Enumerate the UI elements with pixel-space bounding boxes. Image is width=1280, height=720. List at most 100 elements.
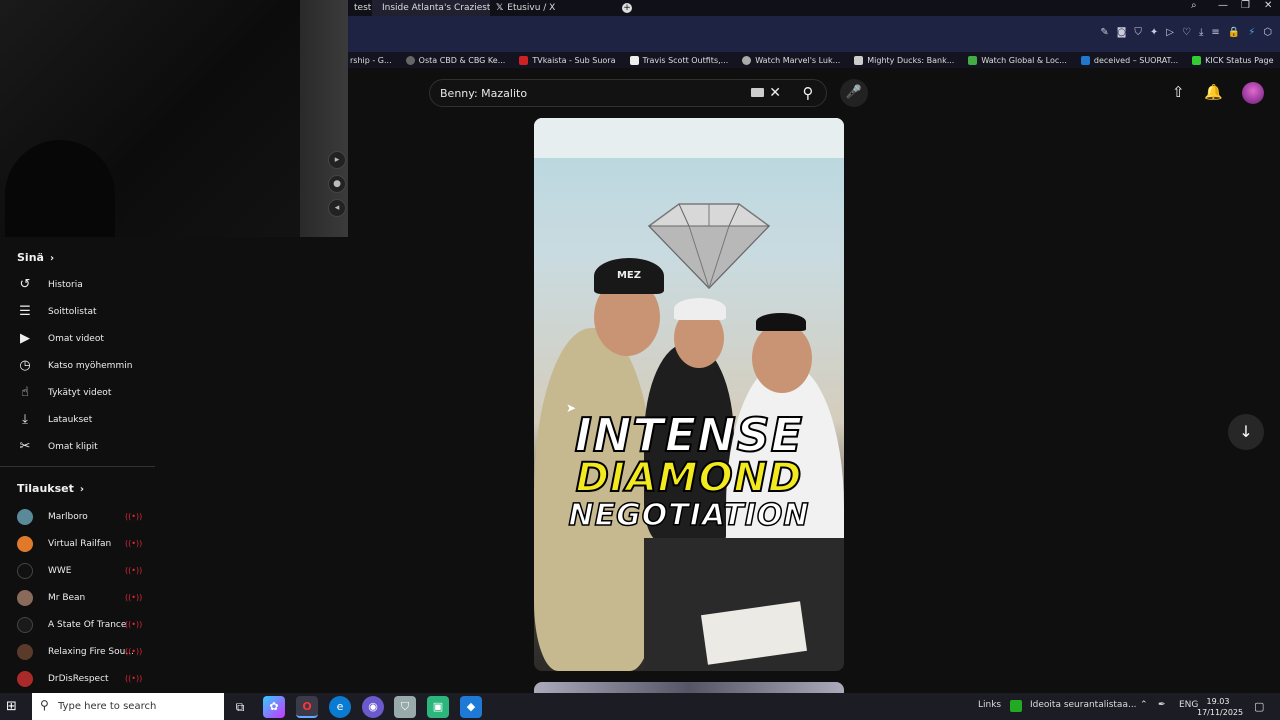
bookmark-label: Watch Marvel's Luk... (755, 55, 841, 65)
app-icon[interactable]: ◆ (460, 696, 482, 718)
webcam-overlay: ▸ ● ◂ (0, 0, 348, 237)
clock[interactable]: 19.03 17/11/2025 (1197, 696, 1243, 718)
tab[interactable]: 𝕏 Etusivu / X (490, 0, 610, 16)
download-icon[interactable]: ⤓ (1199, 27, 1203, 38)
discord-icon[interactable]: ◉ (362, 696, 384, 718)
upload-icon[interactable]: ⇧ (1172, 83, 1185, 101)
keyboard-icon[interactable] (751, 88, 764, 97)
plus-icon[interactable]: + (622, 3, 632, 13)
tab-active[interactable]: Inside Atlanta's Craziest Je (372, 0, 490, 16)
mic-icon[interactable]: 🎤 (840, 79, 868, 107)
sidebar-item-watch-later[interactable]: ◷ Katso myöhemmin (0, 352, 155, 379)
sidebar-item-subscription[interactable]: Mr Bean ((•)) (0, 584, 155, 611)
tab-label: Etusivu / X (507, 3, 556, 13)
restore-icon[interactable]: ❐ (1241, 0, 1250, 11)
bookmark[interactable]: Watch Marvel's Luk... (742, 55, 841, 65)
clock-time: 19.03 (1206, 697, 1230, 706)
channel-avatar (17, 643, 33, 660)
bell-icon[interactable]: 🔔 (1204, 83, 1223, 101)
copilot-icon[interactable]: ✿ (263, 696, 285, 718)
live-icon: ((•)) (125, 566, 143, 575)
notification-text[interactable]: Ideoita seurantalistaa... (1030, 700, 1137, 710)
pen-icon[interactable]: ✒ (1158, 700, 1166, 710)
sidebar-item-label: Relaxing Fire Sou... (48, 646, 134, 657)
history-icon: ↺ (19, 277, 31, 292)
sidebar-item-subscription[interactable]: DrDisRespect ((•)) (0, 665, 155, 692)
camera-icon[interactable]: ◙ (1117, 27, 1127, 38)
vpn-icon[interactable]: ⚡ (1248, 27, 1255, 38)
cam-control-button[interactable]: ▸ (328, 151, 346, 169)
sidebar-item-your-videos[interactable]: ▶ Omat videot (0, 325, 155, 352)
sidebar-item-liked-videos[interactable]: ☝ Tykätyt videot (0, 379, 155, 406)
cam-control-button[interactable]: ◂ (328, 199, 346, 217)
download-icon: ⤓ (22, 412, 28, 427)
sidebar-item-downloads[interactable]: ⤓ Lataukset (0, 406, 155, 433)
sidebar-item-subscription[interactable]: A State Of Trance ((•)) (0, 611, 155, 638)
shield-icon[interactable]: ⛉ (1134, 27, 1142, 38)
tab[interactable]: test (348, 0, 372, 16)
subscriptions-section-title[interactable]: Tilaukset › (17, 482, 84, 495)
channel-avatar (17, 616, 33, 633)
heart-icon[interactable]: ♡ (1182, 27, 1191, 38)
sidebar-item-label: Historia (48, 279, 83, 290)
sidebar-item-subscription[interactable]: Marlboro ((•)) (0, 503, 155, 530)
notification-app-icon (1010, 700, 1022, 712)
sidebar-item-label: Lataukset (48, 414, 93, 425)
sidebar-item-subscription[interactable]: WWE ((•)) (0, 557, 155, 584)
minimize-icon[interactable]: — (1218, 0, 1228, 11)
windows-taskbar: ⊞ ⚲ Type here to search ⧉ ✿ O e ◉ ⛉ ▣ ◆ … (0, 693, 1280, 720)
bookmark-label: KICK Status Page (1205, 55, 1274, 65)
cube-icon[interactable]: ⬡ (1263, 27, 1272, 38)
task-view-icon[interactable]: ⧉ (229, 696, 251, 718)
bookmark-label: TVkaista - Sub Suora (532, 55, 616, 65)
edge-icon[interactable]: e (329, 696, 351, 718)
search-input[interactable]: Benny: Mazalito ✕ (429, 79, 827, 107)
bookmark[interactable]: Travis Scott Outfits,... (629, 55, 728, 65)
arrow-down-icon[interactable]: ↓ (1228, 414, 1264, 450)
chevron-up-icon[interactable]: ⌃ (1140, 700, 1148, 710)
edit-icon[interactable]: ✎ (1100, 27, 1108, 38)
bookmark[interactable]: KICK Status Page (1192, 55, 1274, 65)
bookmark[interactable]: rship - G... (350, 56, 392, 65)
vpn-shield-icon[interactable]: ⛉ (394, 696, 416, 718)
links-toolbar[interactable]: Links (978, 700, 1001, 710)
you-section-title[interactable]: Sinä › (17, 251, 54, 264)
bookmark[interactable]: Osta CBD & CBG Ke... (405, 55, 505, 65)
sidebar-item-playlists[interactable]: ☰ Soittolistat (0, 298, 155, 325)
play-icon[interactable]: ▷ (1166, 27, 1174, 38)
language-indicator[interactable]: ENG (1179, 700, 1198, 710)
video-icon: ▶ (20, 331, 30, 346)
tab-label: Inside Atlanta's Craziest Je (382, 3, 490, 13)
channel-avatar (17, 535, 33, 552)
windows-start-icon[interactable]: ⊞ (6, 699, 17, 714)
bookmark[interactable]: Mighty Ducks: Bank... (854, 55, 954, 65)
menu-icon[interactable]: ≡ (1211, 27, 1219, 38)
bookmark[interactable]: Watch Global & Loc... (968, 55, 1067, 65)
close-window-icon[interactable]: ✕ (1264, 0, 1272, 11)
sidebar-item-clips[interactable]: ✂ Omat klipit (0, 433, 155, 460)
chat-app-icon[interactable]: ▣ (427, 696, 449, 718)
search-icon[interactable]: ⚲ (794, 79, 822, 107)
cam-control-button[interactable]: ● (328, 175, 346, 193)
scissors-icon: ✂ (19, 439, 31, 454)
avatar[interactable] (1242, 82, 1264, 104)
sidebar-item-subscription[interactable]: Virtual Railfan ((•)) (0, 530, 155, 557)
extension-icon[interactable]: ✦ (1150, 27, 1158, 38)
sidebar-item-label: Omat klipit (48, 441, 98, 452)
taskbar-search-input[interactable]: ⚲ Type here to search (32, 693, 224, 720)
lock-icon[interactable]: 🔒 (1228, 27, 1240, 38)
sidebar-item-subscription[interactable]: Relaxing Fire Sou... ((•)) (0, 638, 155, 665)
subs-title-label: Tilaukset (17, 482, 74, 495)
search-tabs-icon[interactable]: ⌕ (1191, 0, 1197, 11)
sidebar-item-label: A State Of Trance (48, 619, 127, 630)
opera-icon[interactable]: O (296, 696, 318, 718)
x-logo-icon: 𝕏 (496, 3, 504, 13)
thumbs-up-icon: ☝ (21, 385, 29, 400)
sidebar: Sinä › ↺ Historia ☰ Soittolistat ▶ Omat vide… (0, 237, 155, 697)
bookmark[interactable]: TVkaista - Sub Suora (519, 55, 616, 65)
notifications-icon[interactable]: ▢ (1254, 700, 1264, 713)
bookmark[interactable]: deceived – SUORAT... (1080, 55, 1178, 65)
sidebar-item-history[interactable]: ↺ Historia (0, 271, 155, 298)
short-video-player[interactable]: MEZ INTENSE DIAMOND NEGOTIATION (534, 118, 844, 671)
close-icon[interactable]: ✕ (769, 85, 781, 101)
